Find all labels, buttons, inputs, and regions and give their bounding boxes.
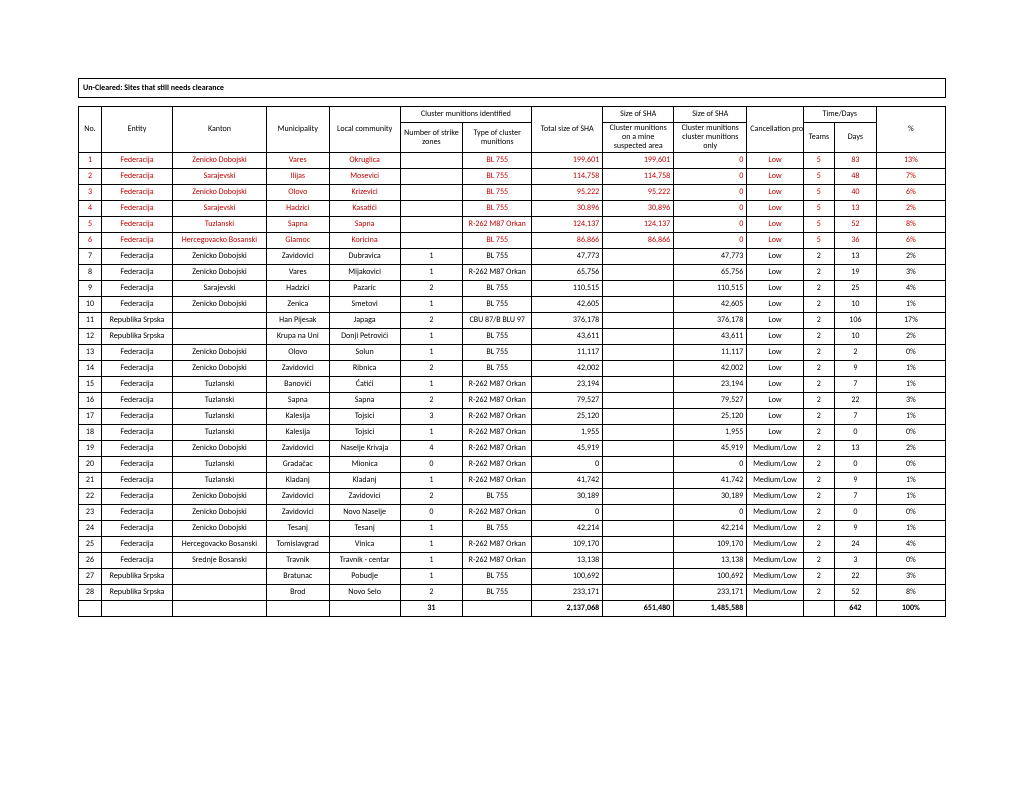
col-municipality: Municipality	[266, 107, 329, 153]
table-row: 20FederacijaTuzlanskiGradačacMionica0R-2…	[79, 457, 946, 473]
table-row: 19FederacijaZenicko DobojskiZavidoviciNa…	[79, 441, 946, 457]
table-row: 14FederacijaZenicko DobojskiZavidoviciRi…	[79, 361, 946, 377]
table-row: 26FederacijaSrednje BosanskiTravnikTravn…	[79, 553, 946, 569]
table-row: 18FederacijaTuzlanskiKalesijaTojsici1R-2…	[79, 425, 946, 441]
totals-row: 312,137,068651,4801,485,588642100%	[79, 601, 946, 617]
table-row: 5FederacijaTuzlanskiSapnaSapnaR-262 M87 …	[79, 217, 946, 233]
col-sha-mine: Size of SHA	[603, 107, 674, 123]
table-row: 12Republika SrpskaKrupa na UniDonji Petr…	[79, 329, 946, 345]
table-row: 16FederacijaTuzlanskiSapnaSapna2R-262 M8…	[79, 393, 946, 409]
table-row: 17FederacijaTuzlanskiKalesijaTojsici3R-2…	[79, 409, 946, 425]
col-teams: Teams	[803, 123, 834, 153]
table-row: 15FederacijaTuzlanskiBanovićiĆatići1R-26…	[79, 377, 946, 393]
clearance-table: Un-Cleared: Sites that still needs clear…	[78, 78, 946, 617]
table-row: 4FederacijaSarajevskiHadziciKasatićiBL 7…	[79, 201, 946, 217]
table-row: 2FederacijaSarajevskiIlijasMoseviciBL 75…	[79, 169, 946, 185]
col-local: Local community	[329, 107, 400, 153]
table-row: 24FederacijaZenicko DobojskiTesanjTesanj…	[79, 521, 946, 537]
col-sha-mine-sub: Cluster munitions on a mine suspected ar…	[603, 123, 674, 153]
table-row: 9FederacijaSarajevskiHadziciPazaric2BL 7…	[79, 281, 946, 297]
col-kanton: Kanton	[172, 107, 266, 153]
table-row: 27Republika SrpskaBratunacPobudje1BL 755…	[79, 569, 946, 585]
table-row: 8FederacijaZenicko DobojskiVaresMijakovi…	[79, 265, 946, 281]
table-row: 7FederacijaZenicko DobojskiZavidoviciDub…	[79, 249, 946, 265]
header-row-1: No. Entity Kanton Municipality Local com…	[79, 107, 946, 123]
table-row: 23FederacijaZenicko DobojskiZavidoviciNo…	[79, 505, 946, 521]
col-entity: Entity	[101, 107, 172, 153]
table-row: 21FederacijaTuzlanskiKladanjKladanj1R-26…	[79, 473, 946, 489]
table-title: Un-Cleared: Sites that still needs clear…	[79, 79, 946, 98]
table-row: 25FederacijaHercegovacko BosanskiTomisla…	[79, 537, 946, 553]
table-row: 13FederacijaZenicko DobojskiOlovoSolun1B…	[79, 345, 946, 361]
col-sha-only-sub: Cluster munitions cluster munitions only	[674, 123, 747, 153]
table-row: 28Republika SrpskaBrodNovo Selo2BL 75523…	[79, 585, 946, 601]
col-pct: %	[876, 107, 945, 153]
col-sha-only: Size of SHA	[674, 107, 747, 123]
table-row: 6FederacijaHercegovacko BosanskiGlamocKo…	[79, 233, 946, 249]
col-total: Total size of SHA	[532, 107, 603, 153]
col-type: Type of cluster munitions	[463, 123, 532, 153]
col-strike: Number of strike zones	[400, 123, 463, 153]
col-time-group: Time/Days	[803, 107, 876, 123]
col-no: No.	[79, 107, 102, 153]
table-row: 1FederacijaZenicko DobojskiVaresOkruglic…	[79, 153, 946, 169]
col-cancel: Cancellation probability	[747, 107, 803, 153]
col-days: Days	[835, 123, 877, 153]
table-row: 22FederacijaZenicko DobojskiZavidoviciZa…	[79, 489, 946, 505]
table-row: 11Republika SrpskaHan PijesakJapaga2CBU …	[79, 313, 946, 329]
col-cm-group: Cluster munitions identified	[400, 107, 532, 123]
table-row: 10FederacijaZenicko DobojskiZenicaSmetov…	[79, 297, 946, 313]
table-row: 3FederacijaZenicko DobojskiOlovoKrizevic…	[79, 185, 946, 201]
